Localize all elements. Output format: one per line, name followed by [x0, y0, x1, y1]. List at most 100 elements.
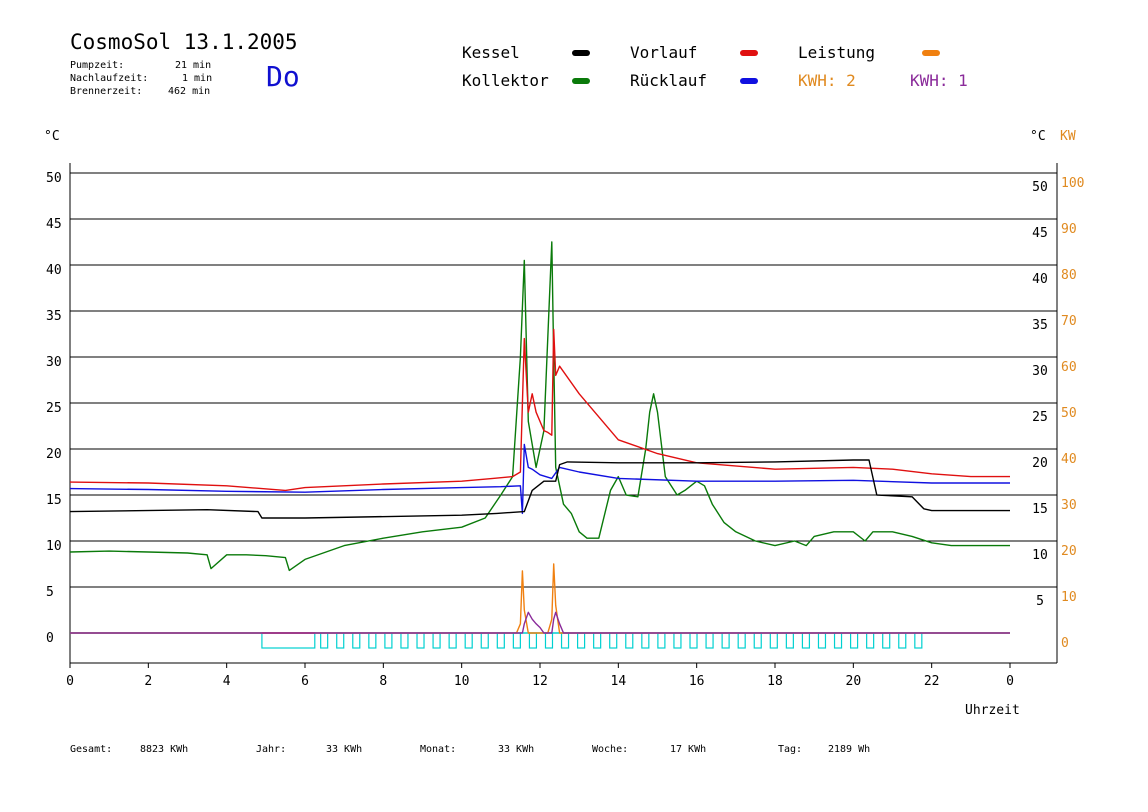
y-tick-label-right: 10 — [1032, 548, 1048, 563]
series-line-kwh-1 — [70, 611, 1010, 634]
y2-tick-label-right: 90 — [1061, 222, 1077, 237]
y2-tick-label-right: 50 — [1061, 406, 1077, 421]
y-axis-label-right: °C — [1030, 129, 1046, 144]
pump-pulse — [512, 632, 521, 649]
pump-pulse — [833, 632, 843, 649]
footer-label-jahr: Jahr: — [256, 744, 287, 755]
y-tick-label-left: 25 — [46, 401, 62, 416]
x-tick-label: 4 — [223, 674, 231, 689]
y-tick-label-left: 10 — [46, 539, 62, 554]
y2-tick-label-right: 20 — [1061, 544, 1077, 559]
pump-pulse — [817, 632, 827, 649]
pump-pulse — [544, 632, 554, 649]
y-tick-label-right: 35 — [1032, 318, 1048, 333]
y2-tick-label-right: 0 — [1061, 636, 1069, 651]
pump-pulse — [673, 632, 682, 649]
y2-tick-label-right: 10 — [1061, 590, 1077, 605]
footer-value-woche: 17 KWh — [670, 744, 707, 755]
pump-pulse — [609, 632, 618, 649]
pump-pulse — [898, 632, 907, 649]
y-axis-label-left: °C — [44, 129, 60, 144]
x-tick-label: 22 — [924, 674, 940, 689]
y-tick-label-right: 50 — [1032, 180, 1048, 195]
y-tick-label-left: 20 — [46, 447, 62, 462]
footer-label-woche: Woche: — [592, 744, 629, 755]
chart: 0 2 4 6 8 10 12 14 16 18 20 22 005101520253035404550… — [44, 129, 1084, 718]
pump-layer — [70, 632, 1010, 649]
y-tick-label-left: 50 — [46, 171, 62, 186]
pump-pulse — [737, 632, 746, 649]
y2-tick-label-right: 70 — [1061, 314, 1077, 329]
footer-label-monat: Monat: — [420, 744, 457, 755]
footer-label-tag: Tag: — [778, 744, 803, 755]
label-layer: 0 2 4 6 8 10 12 14 16 18 20 22 005101520253035404550… — [44, 129, 1084, 718]
pump-pulse — [801, 632, 811, 649]
pump-pulse — [593, 632, 602, 649]
pump-pulse — [400, 632, 409, 649]
pump-pulse — [448, 632, 457, 649]
x-tick-label: 20 — [846, 674, 862, 689]
y-tick-label-right: 25 — [1032, 410, 1048, 425]
pump-pulse — [657, 632, 666, 649]
series-line-leistung — [70, 563, 1010, 634]
pump-pulse — [368, 632, 377, 649]
pump-pulse — [496, 632, 505, 649]
y-tick-label-left: 45 — [46, 217, 62, 232]
y-tick-label-left: 35 — [46, 309, 62, 324]
footer-label-gesamt: Gesamt: — [70, 744, 113, 755]
pump-pulse — [560, 632, 570, 649]
pump-pulse — [866, 632, 875, 649]
pump-pulse — [705, 632, 714, 649]
x-tick-label: 16 — [689, 674, 705, 689]
series-line-r-cklauf — [69, 443, 1010, 515]
x-tick-label: 0 — [66, 674, 74, 689]
grid-layer — [70, 172, 1057, 588]
x-tick-label: 12 — [532, 674, 548, 689]
pump-pulse — [914, 632, 923, 649]
footer-value-jahr: 33 KWh — [326, 744, 363, 755]
y-tick-label-right: 30 — [1032, 364, 1048, 379]
y-tick-label-right: 40 — [1032, 272, 1048, 287]
y-tick-label-left: 0 — [46, 631, 54, 646]
x-tick-label: 0 — [1006, 674, 1014, 689]
pump-pulse — [336, 632, 345, 649]
footer-value-monat: 33 KWh — [498, 744, 535, 755]
y-tick-label-right: 5 — [1036, 594, 1044, 609]
x-tick-label: 8 — [379, 674, 387, 689]
pump-pulse — [641, 632, 650, 649]
y-tick-label-right: 15 — [1032, 502, 1048, 517]
footer-value-gesamt: 8823 KWh — [140, 744, 189, 755]
series-line-kollektor — [69, 241, 1010, 572]
series-layer — [69, 241, 1010, 634]
pump-pulse — [464, 632, 473, 649]
pump-pulse — [432, 632, 441, 649]
y-tick-label-right: 20 — [1032, 456, 1048, 471]
pump-pulse — [320, 632, 329, 649]
pump-pulse — [753, 632, 762, 649]
y-tick-label-right: 45 — [1032, 226, 1048, 241]
y2-tick-label-right: 80 — [1061, 268, 1077, 283]
x-axis-label: Uhrzeit — [965, 703, 1020, 718]
pump-pulse — [480, 632, 489, 649]
x-tick-label: 2 — [144, 674, 152, 689]
y-tick-label-left: 5 — [46, 585, 54, 600]
x-tick-label: 10 — [454, 674, 470, 689]
y2-tick-label-right: 40 — [1061, 452, 1077, 467]
pump-pulse — [416, 632, 425, 649]
pump-pulse — [528, 632, 538, 649]
y2-tick-label-right: 60 — [1061, 360, 1077, 375]
y2-tick-label-right: 100 — [1061, 176, 1084, 191]
pump-pulse — [849, 632, 859, 649]
y2-tick-label-right: 30 — [1061, 498, 1077, 513]
series-line-vorlauf — [69, 328, 1010, 492]
axis-layer — [69, 163, 1058, 668]
pump-pulse — [625, 632, 634, 649]
pump-interval — [261, 632, 316, 649]
y-tick-label-left: 30 — [46, 355, 62, 370]
pump-pulse — [785, 632, 794, 649]
x-tick-label: 18 — [767, 674, 783, 689]
y2-axis-label-right: KW — [1060, 129, 1076, 144]
pump-pulse — [576, 632, 586, 649]
pump-pulse — [352, 632, 361, 649]
pump-pulse — [721, 632, 730, 649]
